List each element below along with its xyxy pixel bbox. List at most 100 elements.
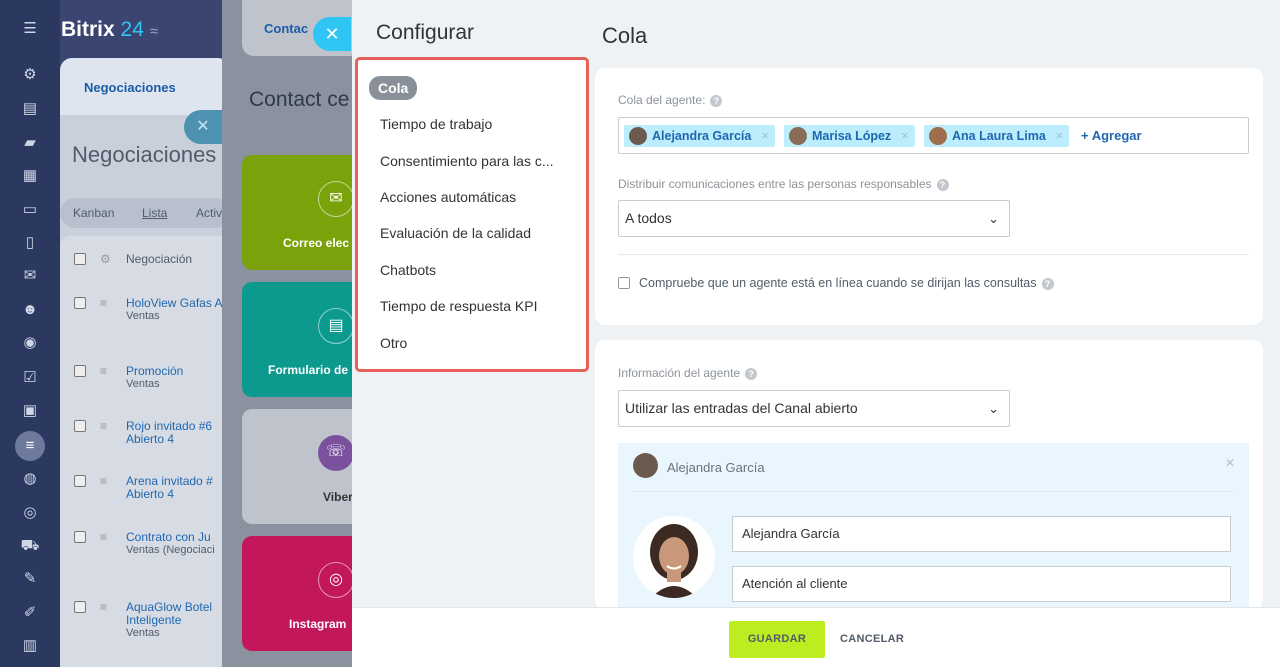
tab-deals[interactable]: Negociaciones — [84, 80, 176, 95]
cancel-button[interactable]: CANCELAR — [840, 633, 904, 645]
row-title[interactable]: Arena invitado # Abierto 4 — [126, 474, 213, 501]
agent-info-select[interactable]: Utilizar las entradas del Canal abierto ⌄ — [618, 390, 1010, 427]
view-activities[interactable]: Activ — [196, 206, 222, 220]
sign-icon[interactable]: ✎ — [19, 568, 41, 590]
menu-item-consent[interactable]: Consentimiento para las c... — [380, 153, 554, 169]
menu-item-queue[interactable]: Cola — [369, 76, 418, 100]
row-checkbox[interactable] — [74, 420, 86, 432]
bot-icon[interactable]: ◍ — [19, 468, 41, 490]
agent-selector[interactable]: Alejandra García × Marisa López × Ana Laur… — [618, 117, 1249, 154]
page-title: Cola — [602, 23, 648, 48]
view-list[interactable]: Lista — [142, 206, 167, 220]
divider — [633, 491, 1233, 492]
tasks-icon[interactable]: ▤ — [19, 98, 41, 120]
settings-icon[interactable]: ⚙ — [100, 253, 111, 266]
table-row[interactable]: ≡ Contrato con Ju Ventas (Negociaci — [74, 531, 215, 557]
drag-handle-icon[interactable]: ≡ — [100, 420, 107, 433]
tile-instagram[interactable]: ◎ Instagram — [242, 536, 362, 651]
grid-header: ⚙ Negociación — [74, 253, 192, 266]
select-all-checkbox[interactable] — [74, 253, 86, 265]
agent-department-field[interactable]: Atención al cliente — [732, 566, 1231, 602]
agent-chip[interactable]: Ana Laura Lima × — [924, 125, 1070, 147]
row-checkbox[interactable] — [74, 365, 86, 377]
checklist-icon[interactable]: ☑ — [19, 367, 41, 389]
table-row[interactable]: ≡ Rojo invitado #6 Abierto 4 — [74, 420, 226, 446]
menu-item-quality-rating[interactable]: Evaluación de la calidad — [380, 225, 531, 241]
tile-form[interactable]: ▤ Formulario de — [242, 282, 362, 397]
view-switcher: Kanban Lista Activ — [60, 198, 230, 228]
drag-handle-icon[interactable]: ≡ — [100, 531, 107, 544]
row-subtitle: Ventas — [126, 378, 160, 390]
distribute-select[interactable]: A todos ⌄ — [618, 200, 1010, 237]
contacts-icon[interactable]: ▣ — [19, 400, 41, 422]
agent-photo[interactable] — [633, 516, 715, 598]
check-online-checkbox[interactable] — [618, 277, 630, 289]
agent-chip[interactable]: Marisa López × — [784, 125, 915, 147]
drive-icon[interactable]: ▭ — [19, 199, 41, 221]
row-title[interactable]: AquaGlow Botel Inteligente — [126, 600, 212, 627]
drag-handle-icon[interactable]: ≡ — [100, 601, 107, 614]
row-checkbox[interactable] — [74, 297, 86, 309]
drag-handle-icon[interactable]: ≡ — [100, 365, 107, 378]
analytics-icon[interactable]: ▥ — [19, 635, 41, 657]
bitrix-logo[interactable]: Bitrix 24 ≈ — [61, 18, 158, 42]
close-icon[interactable]: ✕ — [1225, 456, 1235, 470]
groups-icon[interactable]: ☻ — [19, 299, 41, 321]
row-checkbox[interactable] — [74, 531, 86, 543]
tile-email[interactable]: ✉ Correo elec — [242, 155, 362, 270]
help-icon[interactable]: ? — [1041, 277, 1054, 290]
drag-handle-icon[interactable]: ≡ — [100, 297, 107, 310]
divider — [618, 254, 1249, 255]
contact-center-icon[interactable]: ≡ — [15, 431, 45, 461]
agent-name-field[interactable]: Alejandra García — [732, 516, 1231, 552]
close-icon[interactable]: ✕ — [184, 110, 222, 144]
remove-icon[interactable]: × — [761, 129, 768, 143]
drag-handle-icon[interactable]: ≡ — [100, 475, 107, 488]
tile-viber[interactable]: ☏ Viber — [242, 409, 362, 524]
row-title[interactable]: Promoción — [126, 364, 183, 378]
settings-menu: Cola Tiempo de trabajo Consentimiento pa… — [355, 57, 589, 372]
menu-item-automatic-actions[interactable]: Acciones automáticas — [380, 189, 516, 205]
form-icon: ▤ — [318, 308, 354, 344]
menu-item-other[interactable]: Otro — [380, 335, 407, 351]
help-icon[interactable]: ? — [936, 178, 949, 191]
table-row[interactable]: ≡ Promoción Ventas — [74, 365, 183, 391]
activity-icon[interactable]: ⚙ — [19, 64, 41, 86]
menu-item-kpi[interactable]: Tiempo de respuesta KPI — [380, 298, 537, 314]
row-checkbox[interactable] — [74, 475, 86, 487]
calendar-icon[interactable]: ▦ — [19, 165, 41, 187]
configure-title: Configurar — [376, 21, 475, 44]
menu-item-working-time[interactable]: Tiempo de trabajo — [380, 116, 492, 132]
target-icon[interactable]: ◎ — [19, 502, 41, 524]
tab-contact-center[interactable]: Contac — [264, 21, 308, 36]
edit-icon[interactable]: ✐ — [19, 602, 41, 624]
agent-chip[interactable]: Alejandra García × — [624, 125, 775, 147]
table-row[interactable]: ≡ AquaGlow Botel Inteligente Ventas — [74, 601, 226, 640]
menu-icon[interactable]: ☰ — [19, 18, 41, 40]
save-button[interactable]: GUARDAR — [729, 621, 825, 658]
row-subtitle: Ventas — [126, 627, 160, 639]
remove-icon[interactable]: × — [1056, 129, 1063, 143]
mail-icon: ✉ — [318, 181, 354, 217]
viber-icon: ☏ — [318, 435, 354, 471]
agent-card-name: Alejandra García — [667, 460, 765, 475]
view-kanban[interactable]: Kanban — [73, 206, 114, 220]
row-title[interactable]: Contrato con Ju — [126, 530, 211, 544]
cart-icon[interactable]: ⛟ — [19, 535, 41, 557]
help-icon[interactable]: ? — [745, 367, 758, 380]
help-icon[interactable]: ? — [710, 94, 723, 107]
chat-icon[interactable]: ▰ — [19, 132, 41, 154]
add-agent-link[interactable]: + Agregar — [1081, 128, 1142, 143]
remove-icon[interactable]: × — [901, 129, 908, 143]
row-title[interactable]: Rojo invitado #6 Abierto 4 — [126, 419, 212, 446]
crm-icon[interactable]: ◉ — [19, 332, 41, 354]
row-checkbox[interactable] — [74, 601, 86, 613]
menu-item-chatbots[interactable]: Chatbots — [380, 262, 436, 278]
close-slider-button[interactable]: ✕ — [313, 17, 351, 51]
tile-label: Formulario de — [268, 363, 349, 377]
table-row[interactable]: ≡ Arena invitado # Abierto 4 — [74, 475, 226, 501]
documents-icon[interactable]: ▯ — [19, 232, 41, 254]
avatar — [633, 453, 658, 478]
row-subtitle: Ventas (Negociaci — [126, 544, 215, 556]
mail-icon[interactable]: ✉ — [19, 265, 41, 287]
